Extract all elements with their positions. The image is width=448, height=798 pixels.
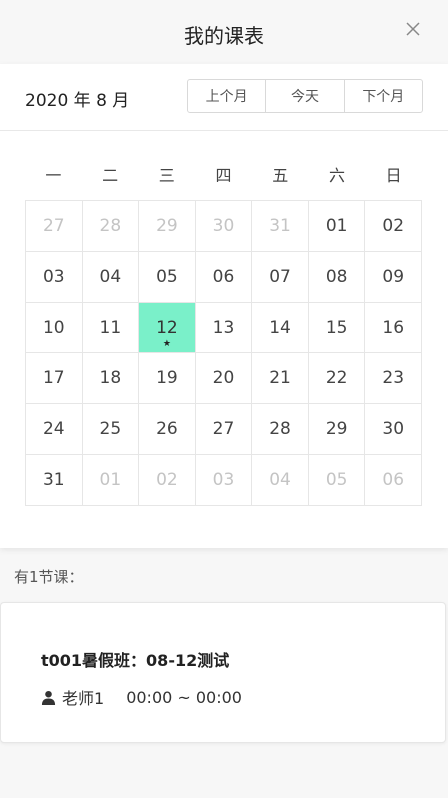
day-cell[interactable]: 04 (82, 251, 140, 303)
day-cell[interactable]: 20 (195, 353, 253, 405)
day-cell[interactable]: 13 (195, 302, 253, 354)
lesson-card[interactable]: t001暑假班：08-12测试 老师1 00:00 ~ 00:00 (0, 602, 446, 743)
day-cell[interactable]: 17 (26, 353, 83, 405)
day-cell[interactable]: 31 (252, 201, 309, 252)
weekday-label: 四 (215, 166, 232, 185)
day-cell[interactable]: 07 (252, 251, 309, 303)
day-cell[interactable]: 27 (195, 404, 253, 456)
current-month-label: 2020 年 8 月 (25, 91, 130, 111)
day-cell[interactable]: 05 (139, 251, 196, 303)
selected-day-cell[interactable]: 12 ★ (139, 302, 196, 354)
lesson-meta: 老师1 00:00 ~ 00:00 (41, 685, 242, 709)
day-cell[interactable]: 28 (252, 404, 309, 456)
day-cell[interactable]: 02 (139, 455, 196, 506)
user-icon (41, 690, 56, 705)
day-cell[interactable]: 04 (252, 455, 309, 506)
day-cell[interactable]: 01 (82, 455, 140, 506)
page-title: 我的课表 (184, 24, 264, 48)
weekday-label: 三 (158, 166, 175, 185)
weekday-label: 一 (45, 166, 62, 185)
day-cell[interactable]: 06 (365, 455, 422, 506)
day-cell[interactable]: 06 (195, 251, 253, 303)
day-cell[interactable]: 21 (252, 353, 309, 405)
day-cell[interactable]: 30 (365, 404, 422, 456)
day-cell[interactable]: 02 (365, 201, 422, 252)
day-cell[interactable]: 09 (365, 251, 422, 303)
close-icon[interactable] (404, 20, 422, 38)
day-cell[interactable]: 23 (365, 353, 422, 405)
day-cell[interactable]: 18 (82, 353, 140, 405)
day-cell[interactable]: 05 (308, 455, 366, 506)
lesson-time: 00:00 ~ 00:00 (126, 687, 242, 707)
weekday-label: 日 (385, 166, 402, 185)
next-month-button[interactable]: 下个月 (345, 80, 422, 112)
header-bar: 我的课表 (0, 0, 448, 64)
day-cell[interactable]: 29 (139, 201, 196, 252)
today-button[interactable]: 今天 (266, 80, 345, 112)
calendar-panel: 2020 年 8 月 上个月 今天 下个月 一 二 三 四 五 六 日 27 2… (0, 64, 448, 548)
day-cell[interactable]: 29 (308, 404, 366, 456)
teacher-name: 老师1 (62, 689, 105, 708)
weekday-label: 二 (102, 166, 119, 185)
day-number: 12 (156, 317, 178, 338)
calendar-toolbar: 2020 年 8 月 上个月 今天 下个月 (0, 64, 448, 131)
day-cell[interactable]: 25 (82, 404, 140, 456)
day-cell[interactable]: 19 (139, 353, 196, 405)
day-cell[interactable]: 26 (139, 404, 196, 456)
day-cell[interactable]: 15 (308, 302, 366, 354)
prev-month-button[interactable]: 上个月 (188, 80, 267, 112)
weekday-label: 六 (328, 166, 345, 185)
day-cell[interactable]: 24 (26, 404, 83, 456)
lesson-marker-icon: ★ (162, 339, 171, 350)
day-cell[interactable]: 10 (26, 302, 83, 354)
weekday-header: 一 二 三 四 五 六 日 (25, 162, 422, 186)
calendar-grid: 27 28 29 30 31 01 02 03 04 05 06 07 08 0… (25, 200, 422, 506)
day-cell[interactable]: 11 (82, 302, 140, 354)
day-cell[interactable]: 08 (308, 251, 366, 303)
day-cell[interactable]: 31 (26, 455, 83, 506)
lesson-count-text: 有1节课： (14, 568, 84, 586)
day-cell[interactable]: 16 (365, 302, 422, 354)
day-cell[interactable]: 03 (26, 251, 83, 303)
lesson-title: t001暑假班：08-12测试 (41, 651, 230, 670)
day-cell[interactable]: 14 (252, 302, 309, 354)
day-cell[interactable]: 27 (26, 201, 83, 252)
weekday-label: 五 (272, 166, 289, 185)
day-cell[interactable]: 22 (308, 353, 366, 405)
month-nav-group: 上个月 今天 下个月 (187, 79, 423, 113)
day-cell[interactable]: 30 (195, 201, 253, 252)
day-cell[interactable]: 28 (82, 201, 140, 252)
day-cell[interactable]: 03 (195, 455, 253, 506)
day-cell[interactable]: 01 (308, 201, 366, 252)
